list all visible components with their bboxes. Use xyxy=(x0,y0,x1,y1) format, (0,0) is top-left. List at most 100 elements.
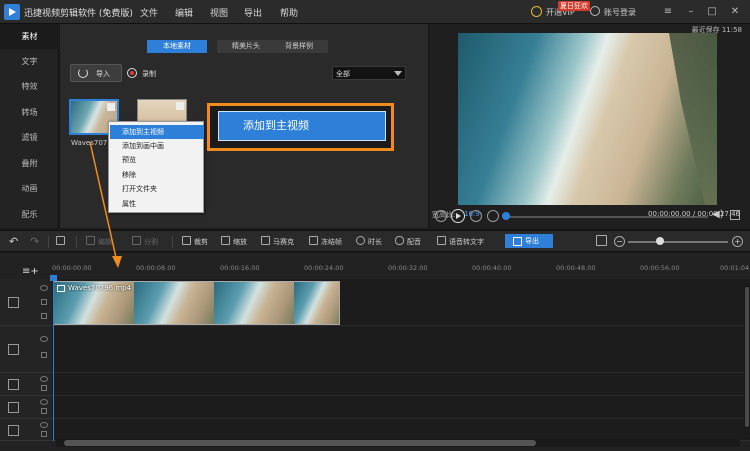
redo-icon[interactable]: ↷ xyxy=(30,236,39,248)
music-track-icon xyxy=(8,402,19,413)
ruler-tick-label: 00:01:04 xyxy=(720,264,750,272)
clip-name: Waves70796.mp4 xyxy=(68,284,132,292)
dub-button[interactable]: 配音 xyxy=(395,236,421,248)
speech-to-text-button[interactable]: 语音转文字 xyxy=(437,236,484,248)
lock-icon[interactable] xyxy=(41,385,47,391)
menu-file[interactable]: 文件 xyxy=(140,6,158,19)
ruler-tick-label: 00:00:56.00 xyxy=(640,264,680,272)
context-open-folder[interactable]: 打开文件夹 xyxy=(110,182,204,196)
progress-knob[interactable] xyxy=(502,212,510,220)
time-ruler[interactable]: 00:00:00.00 00:00:08.00 00:00:16.00 00:0… xyxy=(52,261,750,279)
tab-local-media[interactable]: 本地素材 xyxy=(147,40,207,53)
zoom-out-icon[interactable]: − xyxy=(614,236,625,247)
context-properties[interactable]: 属性 xyxy=(110,197,204,211)
eye-icon[interactable] xyxy=(40,376,48,382)
zoom-slider-knob[interactable] xyxy=(656,237,664,245)
sidebar-item-filters[interactable]: 滤镜 xyxy=(0,125,59,150)
mute-icon[interactable] xyxy=(41,299,47,305)
zoom-in-icon[interactable]: + xyxy=(732,236,743,247)
playhead[interactable] xyxy=(53,279,54,441)
record-button[interactable]: 录制 xyxy=(142,69,156,79)
track-header-text xyxy=(0,373,52,396)
split-button[interactable]: 分割 xyxy=(132,236,158,248)
video-preview xyxy=(458,33,717,205)
import-button[interactable]: 导入 xyxy=(70,64,122,82)
tab-intros[interactable]: 精美片头 xyxy=(217,40,275,53)
tab-backgrounds[interactable]: 背景样例 xyxy=(270,40,328,53)
ruler-tick-label: 00:00:24.00 xyxy=(304,264,344,272)
close-icon[interactable]: ✕ xyxy=(728,5,742,19)
eye-icon[interactable] xyxy=(40,422,48,428)
context-add-to-main[interactable]: 添加到主视频 xyxy=(110,125,204,139)
aspect-ratio-label: 宽高比: xyxy=(432,211,456,219)
maximize-icon[interactable]: □ xyxy=(705,5,719,19)
edit-label: 编辑 xyxy=(98,238,112,246)
track-music[interactable] xyxy=(52,396,750,419)
timeline-clip[interactable]: Waves70796.mp4 xyxy=(53,281,340,325)
undo-icon[interactable]: ↶ xyxy=(9,236,18,248)
sidebar: 素材 文字 特效 转场 滤镜 叠附 动画 配乐 xyxy=(0,24,59,228)
eye-icon[interactable] xyxy=(40,399,48,405)
sidebar-item-music[interactable]: 配乐 xyxy=(0,202,59,227)
toolbar-divider xyxy=(48,236,49,248)
sidebar-item-effects[interactable]: 特效 xyxy=(0,74,59,99)
context-remove[interactable]: 移除 xyxy=(110,168,204,182)
zoom-button[interactable]: 缩放 xyxy=(221,236,247,248)
duration-button[interactable]: 时长 xyxy=(356,236,382,248)
vip-crown-icon[interactable] xyxy=(531,6,542,17)
eye-icon[interactable] xyxy=(40,336,48,342)
lock-icon[interactable] xyxy=(41,431,47,437)
import-icon xyxy=(78,68,88,78)
mosaic-button[interactable]: 马赛克 xyxy=(261,236,294,248)
timeline-vertical-scrollbar[interactable] xyxy=(744,285,750,435)
menu-export[interactable]: 导出 xyxy=(244,6,262,19)
login-link[interactable]: 账号登录 xyxy=(604,7,636,18)
edit-button[interactable]: 编辑 xyxy=(86,236,112,248)
lock-icon[interactable] xyxy=(41,408,47,414)
lock-icon[interactable] xyxy=(41,352,47,358)
track-header-main-video xyxy=(0,279,52,326)
aspect-ratio-value[interactable]: 16:9 xyxy=(464,210,480,218)
clip-frame xyxy=(294,282,339,324)
ruler-tick-label: 00:00:16.00 xyxy=(220,264,260,272)
horizontal-scroll-thumb[interactable] xyxy=(64,440,536,446)
menu-help[interactable]: 帮助 xyxy=(280,6,298,19)
add-track-icon[interactable]: ≡+ xyxy=(22,267,39,277)
lock-icon[interactable] xyxy=(41,313,47,319)
menu-icon[interactable]: ≡ xyxy=(661,5,675,19)
timeline-zoom-slider[interactable] xyxy=(628,241,728,243)
freeze-frame-button[interactable]: 冻结帧 xyxy=(309,236,342,248)
video-track-icon xyxy=(8,297,19,308)
sidebar-item-overlays[interactable]: 叠附 xyxy=(0,151,59,176)
crop-button[interactable]: 裁剪 xyxy=(182,236,208,248)
context-add-to-pip[interactable]: 添加到画中画 xyxy=(110,139,204,153)
clip-frame xyxy=(134,282,216,324)
video-clip-icon xyxy=(57,285,65,292)
track-voice[interactable] xyxy=(52,419,750,441)
menu-edit[interactable]: 编辑 xyxy=(175,6,193,19)
track-pip[interactable] xyxy=(52,326,750,373)
stop-icon[interactable] xyxy=(487,210,499,222)
sidebar-item-animation[interactable]: 动画 xyxy=(0,176,59,201)
menu-view[interactable]: 视图 xyxy=(210,6,228,19)
user-icon[interactable] xyxy=(590,6,600,16)
record-icon[interactable] xyxy=(127,68,137,78)
export-button[interactable]: 导出 xyxy=(505,234,553,248)
minimize-icon[interactable]: – xyxy=(684,5,698,19)
eye-icon[interactable] xyxy=(40,285,48,291)
toolbar-divider xyxy=(172,236,173,248)
sidebar-item-transitions[interactable]: 转场 xyxy=(0,100,59,125)
track-text[interactable] xyxy=(52,373,750,396)
video-forest xyxy=(669,33,717,205)
delete-icon[interactable] xyxy=(56,236,68,248)
fit-timeline-icon[interactable] xyxy=(596,235,607,246)
filter-select[interactable]: 全部 xyxy=(332,66,406,80)
vertical-scroll-thumb[interactable] xyxy=(745,287,749,427)
context-preview[interactable]: 预览 xyxy=(110,153,204,167)
speech-label: 语音转文字 xyxy=(449,238,484,246)
import-label: 导入 xyxy=(96,70,110,78)
sidebar-item-media[interactable]: 素材 xyxy=(0,24,59,49)
callout-add-to-main: 添加到主视频 xyxy=(218,111,386,141)
timeline-horizontal-scrollbar[interactable] xyxy=(56,439,740,447)
sidebar-item-text[interactable]: 文字 xyxy=(0,49,59,74)
